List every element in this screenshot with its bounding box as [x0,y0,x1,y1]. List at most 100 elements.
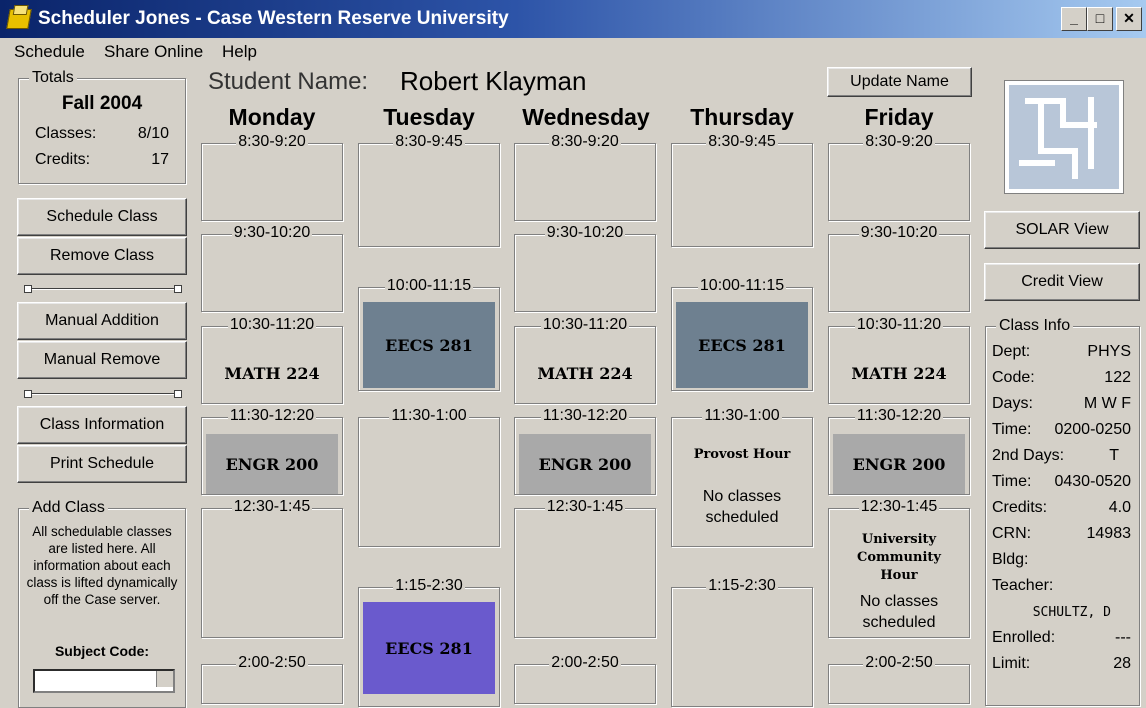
slot-time-label: 8:30-9:20 [236,133,308,150]
subject-code-label: Subject Code: [54,643,150,659]
title-bar: Scheduler Jones - Case Western Reserve U… [0,0,1146,38]
close-button[interactable]: ✕ [1116,7,1142,31]
menu-bar: Schedule Share Online Help [0,38,1146,64]
time-slot[interactable]: 8:30-9:20 [828,133,970,221]
menu-help[interactable]: Help [222,42,257,62]
time-slot[interactable]: 11:30-12:20 ENGR 200 [201,407,343,495]
class-block-engr-200[interactable]: ENGR 200 [206,434,338,494]
info-row-2nd-time: Time: 0430-0520 [992,473,1131,490]
time-slot[interactable]: 1:15-2:30 [671,577,813,707]
slot-time-label: 2:00-2:50 [549,654,621,671]
time-slot[interactable]: 11:30-12:20 ENGR 200 [828,407,970,495]
info-row-teacher: Teacher: [992,577,1054,594]
day-header-thursday: Thursday [690,104,794,130]
time-slot[interactable]: 12:30-1:45 [514,498,656,638]
time-slot[interactable]: 1:15-2:30 EECS 281 [358,577,500,707]
totals-group: Totals Fall 2004 Classes: 8/10 Credits: … [18,69,186,184]
add-class-description: All schedulable classes are listed here.… [26,524,178,607]
subject-code-dropdown[interactable] [33,669,175,693]
time-slot[interactable]: 11:30-1:00 Provost Hour No classes sched… [671,407,813,547]
window-title: Scheduler Jones - Case Western Reserve U… [38,8,509,29]
no-classes-note: No classes scheduled [702,488,782,526]
slot-time-label: 11:30-12:20 [854,407,944,424]
slot-time-label: 10:00-11:15 [384,277,474,294]
info-row-days: Days: M W F [992,395,1131,412]
community-hour-title: University Community Hour [857,532,941,583]
info-row-crn: CRN: 14983 [992,525,1131,542]
time-slot[interactable]: 9:30-10:20 [828,224,970,312]
time-slot[interactable]: 10:30-11:20 MATH 224 [514,316,656,404]
time-slot[interactable]: 9:30-10:20 [201,224,343,312]
slot-time-label: 12:30-1:45 [858,498,940,515]
time-slot[interactable]: 10:00-11:15 EECS 281 [671,277,813,391]
time-slot[interactable]: 11:30-12:20 ENGR 200 [514,407,656,495]
manual-remove-button[interactable]: Manual Remove [17,341,187,379]
menu-schedule[interactable]: Schedule [14,42,85,62]
credits-value: 17 [151,151,169,168]
day-header-monday: Monday [228,104,316,130]
term-label: Fall 2004 [61,93,143,114]
separator-slider-1 [24,285,182,293]
totals-legend: Totals [29,69,77,87]
class-block-eecs-281[interactable]: EECS 281 [363,302,495,388]
info-row-code: Code: 122 [992,369,1131,386]
minimize-button[interactable]: _ [1061,7,1087,31]
solar-view-button[interactable]: SOLAR View [984,211,1140,249]
class-info-group: Class Info Dept: PHYS Code: 122 Days: M W F… [985,317,1140,706]
day-header-friday: Friday [864,104,934,130]
add-class-group: Add Class All schedulable classes are li… [18,499,186,708]
maximize-button[interactable]: □ [1087,7,1113,31]
credit-view-button[interactable]: Credit View [984,263,1140,301]
info-row-bldg: Bldg: [992,551,1029,568]
time-slot[interactable]: 8:30-9:20 [201,133,343,221]
time-slot[interactable]: 12:30-1:45 University Community Hour No … [828,498,970,638]
remove-class-button[interactable]: Remove Class [17,237,187,275]
slot-time-label: 10:30-11:20 [854,316,944,333]
slot-time-label: 1:15-2:30 [706,577,778,594]
slot-time-label: 10:00-11:15 [697,277,787,294]
menu-share-online[interactable]: Share Online [104,42,203,62]
class-information-button[interactable]: Class Information [17,406,187,444]
time-slot[interactable]: 10:30-11:20 MATH 224 [201,316,343,404]
class-block-eecs-281-lab[interactable]: EECS 281 [363,602,495,694]
class-block-math-224[interactable]: MATH 224 [833,345,965,401]
time-slot[interactable]: 9:30-10:20 [514,224,656,312]
time-slot[interactable]: 8:30-9:20 [514,133,656,221]
time-slot[interactable]: 8:30-9:45 [671,133,813,247]
print-schedule-button[interactable]: Print Schedule [17,445,187,483]
class-block-eecs-281[interactable]: EECS 281 [676,302,808,388]
slot-time-label: 10:30-11:20 [540,316,630,333]
credits-label: Credits: [35,151,91,168]
schedule-class-button[interactable]: Schedule Class [17,198,187,236]
provost-hour-title: Provost Hour [693,447,791,462]
slot-time-label: 12:30-1:45 [231,498,313,515]
day-header-tuesday: Tuesday [383,104,475,130]
class-block-math-224[interactable]: MATH 224 [519,345,651,401]
slot-time-label: 8:30-9:45 [393,133,465,150]
update-name-button[interactable]: Update Name [827,67,972,97]
time-slot[interactable]: 11:30-1:00 [358,407,500,547]
slot-time-label: 9:30-10:20 [544,224,626,241]
manual-addition-button[interactable]: Manual Addition [17,302,187,340]
time-slot[interactable]: 10:00-11:15 EECS 281 [358,277,500,391]
class-block-engr-200[interactable]: ENGR 200 [833,434,965,494]
time-slot[interactable]: 2:00-2:50 [828,654,970,704]
slot-time-label: 9:30-10:20 [231,224,313,241]
info-row-limit: Limit: 28 [992,655,1131,672]
slot-time-label: 11:30-12:20 [540,407,630,424]
slot-time-label: 8:30-9:20 [863,133,935,150]
add-class-legend: Add Class [29,499,108,517]
time-slot[interactable]: 2:00-2:50 [514,654,656,704]
chevron-down-icon[interactable] [156,671,173,687]
info-row-teacher-name: SCHULTZ, D [1032,605,1111,620]
class-block-math-224[interactable]: MATH 224 [206,345,338,401]
time-slot[interactable]: 8:30-9:45 [358,133,500,247]
time-slot[interactable]: 10:30-11:20 MATH 224 [828,316,970,404]
class-block-engr-200[interactable]: ENGR 200 [519,434,651,494]
separator-slider-2 [24,390,182,398]
slot-time-label: 2:00-2:50 [863,654,935,671]
time-slot[interactable]: 12:30-1:45 [201,498,343,638]
slot-time-label: 9:30-10:20 [858,224,940,241]
classes-value: 8/10 [137,125,169,142]
time-slot[interactable]: 2:00-2:50 [201,654,343,704]
